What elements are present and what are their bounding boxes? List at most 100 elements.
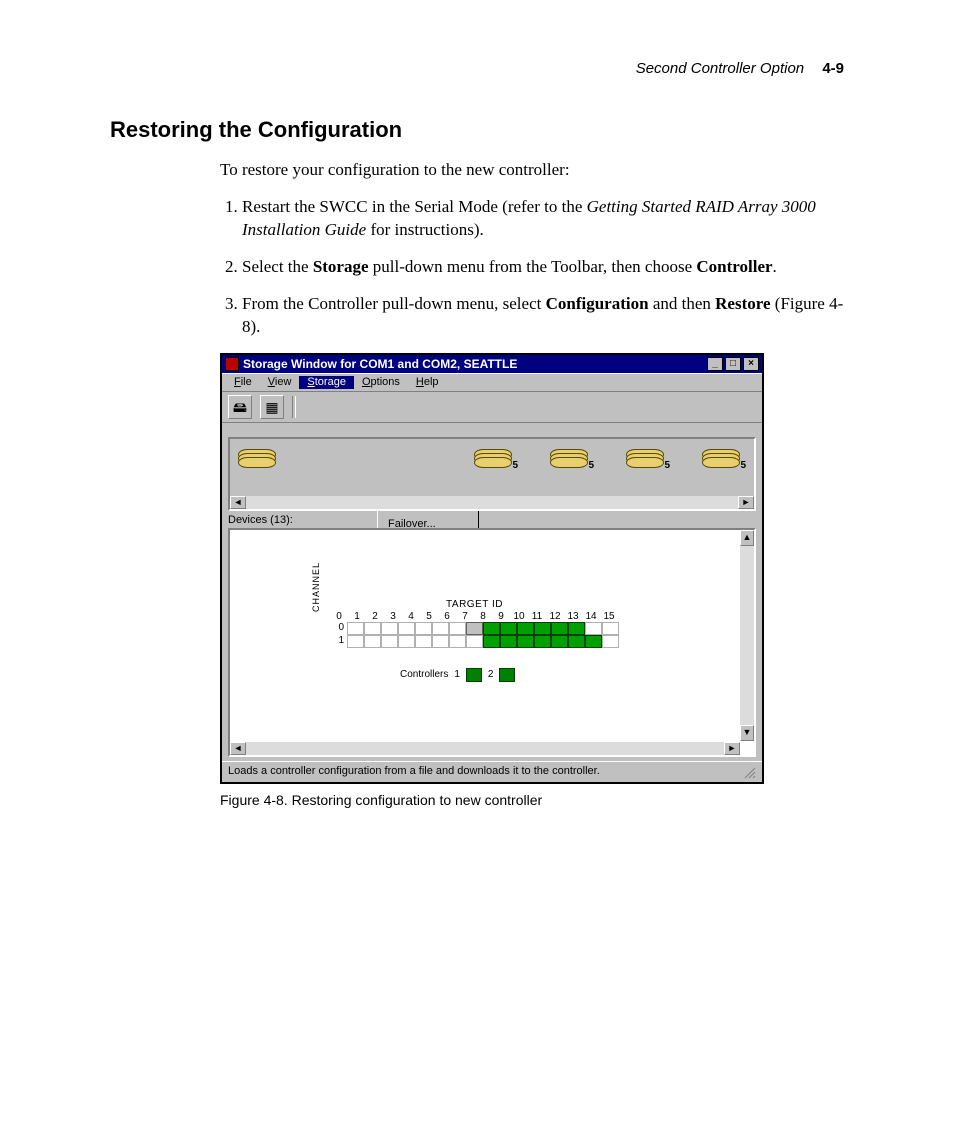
toolbar: 🖴 ▦: [222, 392, 762, 423]
menu-view[interactable]: View: [260, 376, 300, 389]
host-cell-icon[interactable]: [466, 622, 483, 635]
device-cell-icon[interactable]: [585, 635, 602, 648]
minimize-button[interactable]: _: [707, 357, 723, 371]
grid-cell[interactable]: [347, 622, 364, 635]
menubar: File View Storage Options Help: [222, 373, 762, 392]
grid-col-header: 3: [384, 612, 402, 622]
maximize-button[interactable]: □: [725, 357, 741, 371]
statusbar: Loads a controller configuration from a …: [222, 761, 762, 782]
intro-text: To restore your configuration to the new…: [220, 159, 844, 182]
grid-col-header: 15: [600, 612, 618, 622]
target-id-label: TARGET ID: [330, 600, 619, 610]
scroll-left-button[interactable]: ◄: [230, 742, 246, 755]
scroll-up-button[interactable]: ▲: [740, 530, 754, 546]
grid-col-header: 9: [492, 612, 510, 622]
grid-cell[interactable]: [347, 635, 364, 648]
device-cell-icon[interactable]: [568, 635, 585, 648]
system-menu-icon[interactable]: [225, 357, 239, 371]
grid-cell[interactable]: [466, 635, 483, 648]
page-number: 4-9: [822, 60, 844, 77]
virtual-disk-icon[interactable]: 5: [550, 449, 586, 467]
device-cell-icon[interactable]: [500, 622, 517, 635]
device-cell-icon[interactable]: [551, 622, 568, 635]
virtual-disk-icon[interactable]: 5: [702, 449, 738, 467]
grid-cell[interactable]: [432, 635, 449, 648]
grid-row: 0: [330, 622, 619, 635]
grid-col-header: 13: [564, 612, 582, 622]
running-head: Second Controller Option 4-9: [110, 60, 844, 77]
scroll-track[interactable]: [740, 546, 754, 725]
grid-cell[interactable]: [602, 635, 619, 648]
scroll-track[interactable]: [246, 742, 724, 755]
vertical-scrollbar[interactable]: ▲ ▼: [740, 530, 754, 741]
grid-cell[interactable]: [449, 622, 466, 635]
grid-cell[interactable]: [398, 622, 415, 635]
resize-grip-icon[interactable]: [738, 765, 756, 779]
section-name: Second Controller Option: [636, 60, 804, 77]
grid-col-header: 5: [420, 612, 438, 622]
app-window: Storage Window for COM1 and COM2, SEATTL…: [220, 353, 764, 784]
grid-row-label: 1: [330, 636, 347, 646]
step-1: Restart the SWCC in the Serial Mode (ref…: [242, 196, 844, 242]
toolbar-button-2[interactable]: ▦: [260, 395, 284, 419]
horizontal-scrollbar[interactable]: ◄ ►: [230, 496, 754, 509]
horizontal-scrollbar[interactable]: ◄ ►: [230, 742, 740, 755]
grid-cell[interactable]: [381, 622, 398, 635]
grid-col-header: 2: [366, 612, 384, 622]
scroll-track[interactable]: [246, 496, 738, 509]
device-cell-icon[interactable]: [500, 635, 517, 648]
devices-label: Devices (13):: [228, 515, 762, 526]
grid-cell[interactable]: [602, 622, 619, 635]
step-2: Select the Storage pull-down menu from t…: [242, 256, 844, 279]
scroll-right-button[interactable]: ►: [724, 742, 740, 755]
device-cell-icon[interactable]: [534, 622, 551, 635]
menu-storage[interactable]: Storage: [299, 376, 354, 389]
grid-cell[interactable]: [364, 622, 381, 635]
toolbar-button-1[interactable]: 🖴: [228, 395, 252, 419]
grid-col-header: 1: [348, 612, 366, 622]
grid-cell[interactable]: [364, 635, 381, 648]
device-cell-icon[interactable]: [534, 635, 551, 648]
devices-pane: CHANNEL TARGET ID 0123456789101112131415…: [228, 528, 756, 757]
grid-col-header: 6: [438, 612, 456, 622]
channel-axis-label: CHANNEL: [312, 562, 321, 612]
virtual-disks-pane: 5 5 5 5 ◄ ►: [228, 437, 756, 511]
step-3: From the Controller pull-down menu, sele…: [242, 293, 844, 339]
scroll-right-button[interactable]: ►: [738, 496, 754, 509]
grid-row: 1: [330, 635, 619, 648]
scroll-down-button[interactable]: ▼: [740, 725, 754, 741]
virtual-disk-icon[interactable]: [238, 449, 274, 467]
device-cell-icon[interactable]: [483, 622, 500, 635]
grid-col-header: 4: [402, 612, 420, 622]
grid-col-header: 14: [582, 612, 600, 622]
device-cell-icon[interactable]: [551, 635, 568, 648]
controller-icon[interactable]: [466, 668, 482, 682]
grid-cell[interactable]: [415, 635, 432, 648]
menu-help[interactable]: Help: [408, 376, 447, 389]
controller-icon[interactable]: [499, 668, 515, 682]
grid-cell[interactable]: [398, 635, 415, 648]
grid-icon: ▦: [265, 400, 278, 414]
menu-options[interactable]: Options: [354, 376, 408, 389]
titlebar[interactable]: Storage Window for COM1 and COM2, SEATTL…: [222, 355, 762, 373]
controllers-row: Controllers 1 2: [400, 668, 515, 682]
menu-file[interactable]: File: [226, 376, 260, 389]
grid-cell[interactable]: [585, 622, 602, 635]
grid-cell[interactable]: [432, 622, 449, 635]
device-cell-icon[interactable]: [517, 635, 534, 648]
device-cell-icon[interactable]: [483, 635, 500, 648]
device-cell-icon[interactable]: [568, 622, 585, 635]
target-grid: TARGET ID 0123456789101112131415 01: [330, 600, 619, 648]
grid-cell[interactable]: [415, 622, 432, 635]
status-text: Loads a controller configuration from a …: [228, 766, 738, 777]
grid-col-header: 11: [528, 612, 546, 622]
device-cell-icon[interactable]: [517, 622, 534, 635]
virtual-disk-icon[interactable]: 5: [626, 449, 662, 467]
scroll-left-button[interactable]: ◄: [230, 496, 246, 509]
grid-row-label: 0: [330, 623, 347, 633]
close-button[interactable]: ×: [743, 357, 759, 371]
grid-cell[interactable]: [381, 635, 398, 648]
grid-cell[interactable]: [449, 635, 466, 648]
virtual-disk-icon[interactable]: 5: [474, 449, 510, 467]
toolbar-separator: [292, 396, 296, 418]
